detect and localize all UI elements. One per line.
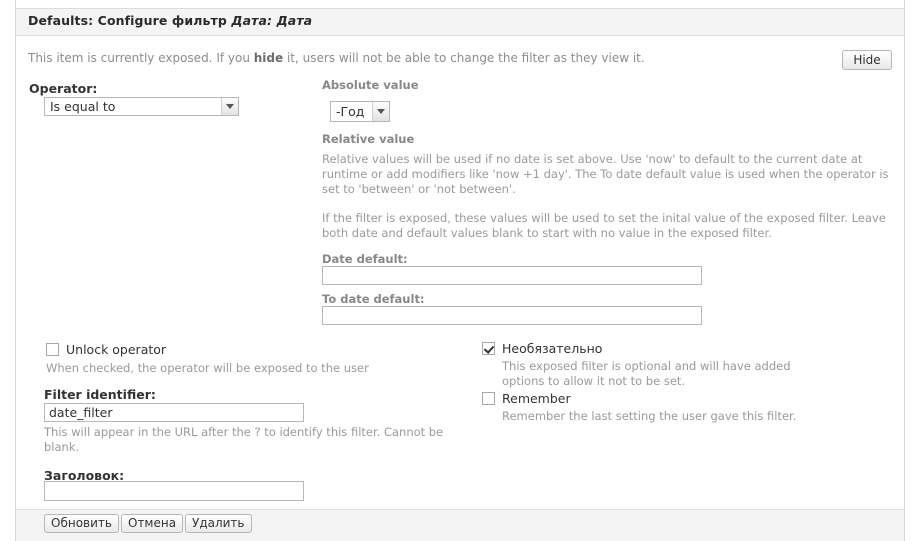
date-default-input[interactable]	[322, 266, 702, 285]
date-default-label: Date default:	[322, 252, 408, 266]
page-title: Defaults: Configure фильтр Дата: Дата	[28, 13, 312, 28]
exposed-note-pre: This item is currently exposed. If you	[28, 51, 254, 65]
exposed-note-hide-word: hide	[253, 51, 284, 65]
remember-description: Remember the last setting the user gave …	[502, 409, 797, 423]
configure-filter-dialog: Defaults: Configure фильтр Дата: Дата Th…	[0, 0, 920, 541]
cancel-button[interactable]: Отмена	[121, 514, 184, 533]
delete-button[interactable]: Удалить	[185, 514, 252, 533]
optional-checkbox[interactable]	[482, 342, 495, 355]
relative-value-paragraph-1: Relative values will be used if no date …	[322, 152, 889, 196]
operator-select-value: Is equal to	[50, 99, 116, 114]
remember-label: Remember	[502, 391, 571, 406]
to-date-default-input[interactable]	[322, 306, 702, 325]
page-title-main: Defaults: Configure фильтр	[28, 13, 227, 28]
unlock-operator-description: When checked, the operator will be expos…	[46, 361, 369, 375]
heading-input[interactable]	[44, 481, 304, 501]
hide-button[interactable]: Hide	[842, 50, 892, 70]
absolute-value-select[interactable]: -Год	[330, 101, 390, 122]
filter-identifier-description: This will appear in the URL after the ? …	[44, 425, 444, 454]
relative-value-label: Relative value	[322, 132, 415, 146]
unlock-operator-checkbox[interactable]	[46, 343, 59, 356]
unlock-operator-label: Unlock operator	[66, 342, 167, 357]
optional-label: Необязательно	[502, 341, 603, 356]
chevron-down-icon	[221, 98, 238, 115]
operator-label: Operator:	[29, 81, 98, 96]
exposed-note-post: it, users will not be able to change the…	[283, 51, 645, 65]
update-button[interactable]: Обновить	[44, 514, 119, 533]
chevron-down-icon	[372, 102, 389, 121]
optional-description: This exposed filter is optional and will…	[502, 359, 791, 388]
exposed-status-note: This item is currently exposed. If you h…	[28, 51, 645, 65]
absolute-value-label: Absolute value	[322, 78, 419, 92]
relative-value-paragraph-2: If the filter is exposed, these values w…	[322, 211, 886, 240]
absolute-value-select-value: -Год	[336, 104, 365, 119]
to-date-default-label: To date default:	[322, 292, 425, 306]
filter-identifier-label: Filter identifier:	[44, 387, 156, 402]
operator-select[interactable]: Is equal to	[44, 97, 239, 116]
filter-identifier-input[interactable]	[44, 403, 304, 422]
remember-checkbox[interactable]	[482, 392, 495, 405]
page-title-emphasis: Дата: Дата	[231, 13, 313, 28]
panel: Defaults: Configure фильтр Дата: Дата Th…	[15, 0, 905, 541]
